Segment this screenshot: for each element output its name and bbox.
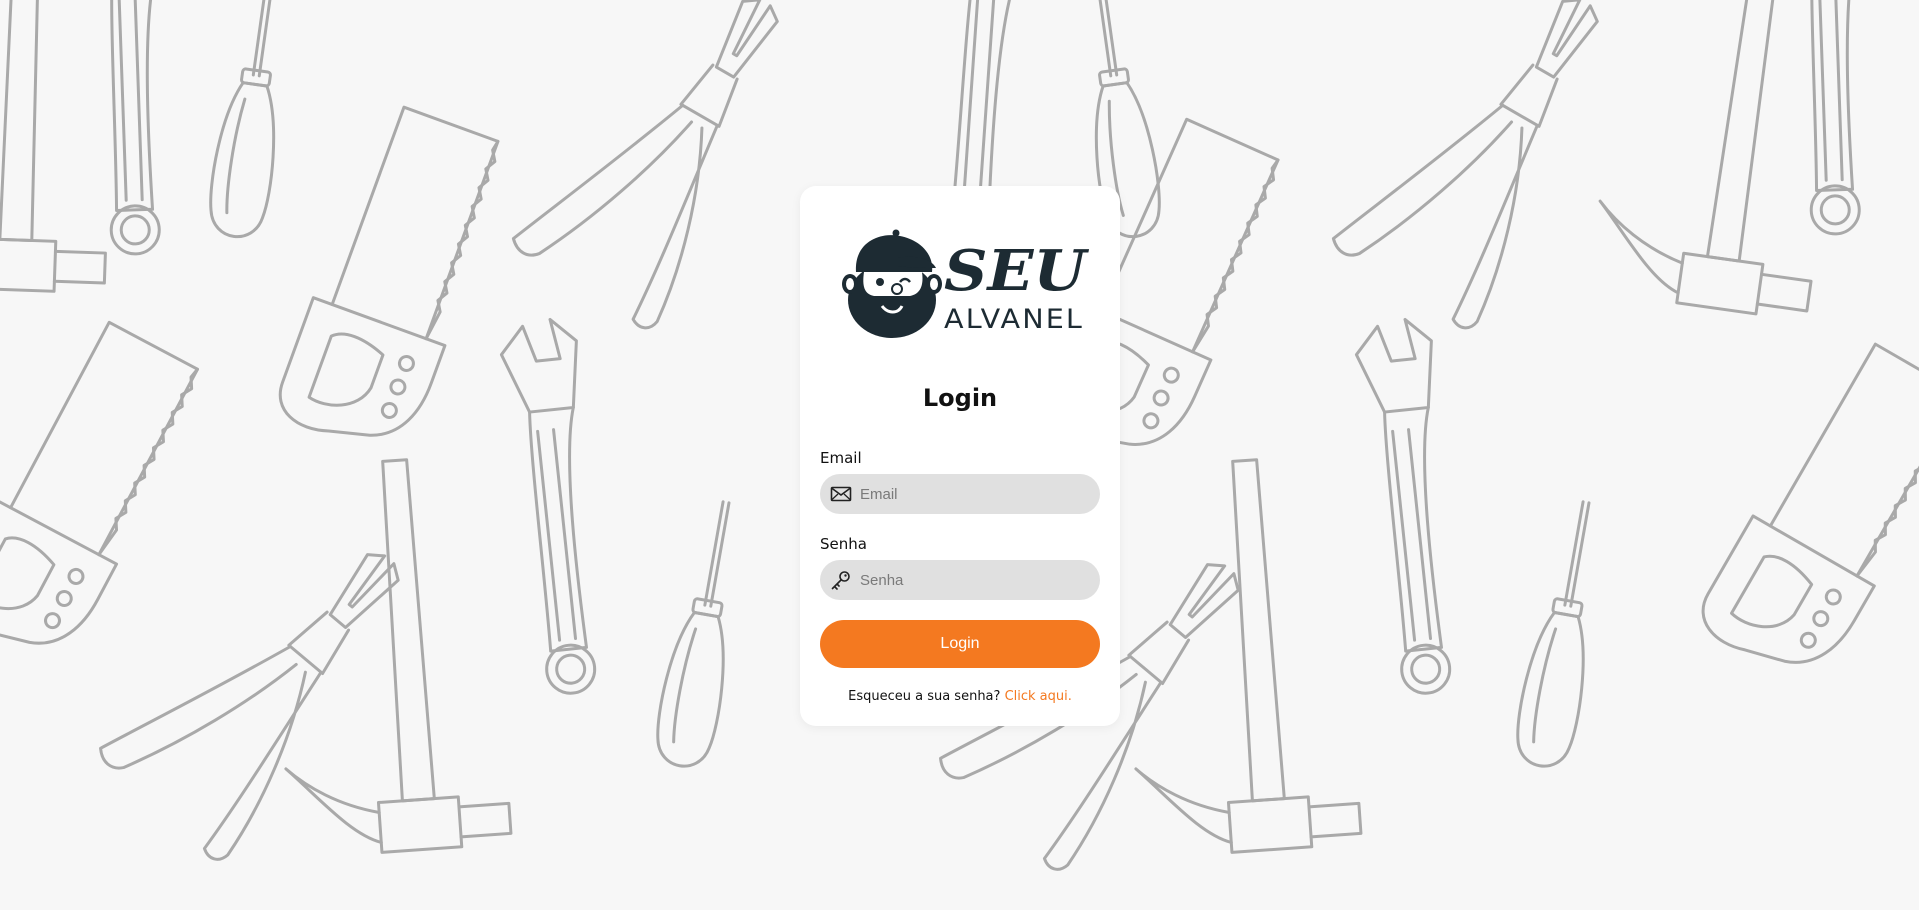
email-input[interactable] [860, 474, 1088, 514]
forgot-password-prompt: Esqueceu a sua senha? [848, 689, 1001, 704]
login-button[interactable]: Login [820, 620, 1100, 668]
email-field-wrapper [820, 474, 1100, 514]
password-field-wrapper [820, 560, 1100, 600]
logo-word-seu: SEU [944, 238, 1089, 304]
forgot-password-link[interactable]: Click aqui. [1005, 689, 1072, 704]
login-title: Login [922, 384, 998, 412]
email-label: Email [820, 449, 862, 467]
envelope-icon [830, 486, 852, 502]
brand-logo: SEU ALVANEL [842, 229, 1089, 338]
password-label: Senha [820, 535, 867, 553]
login-card: SEU ALVANEL Login Email Senha Login Esqu… [800, 186, 1120, 726]
logo-word-alvanel: ALVANEL [944, 304, 1084, 335]
password-input[interactable] [860, 560, 1088, 600]
forgot-password-text: Esqueceu a sua senha? Click aqui. [800, 689, 1120, 704]
key-icon [831, 571, 850, 590]
mascot-icon [842, 229, 942, 338]
